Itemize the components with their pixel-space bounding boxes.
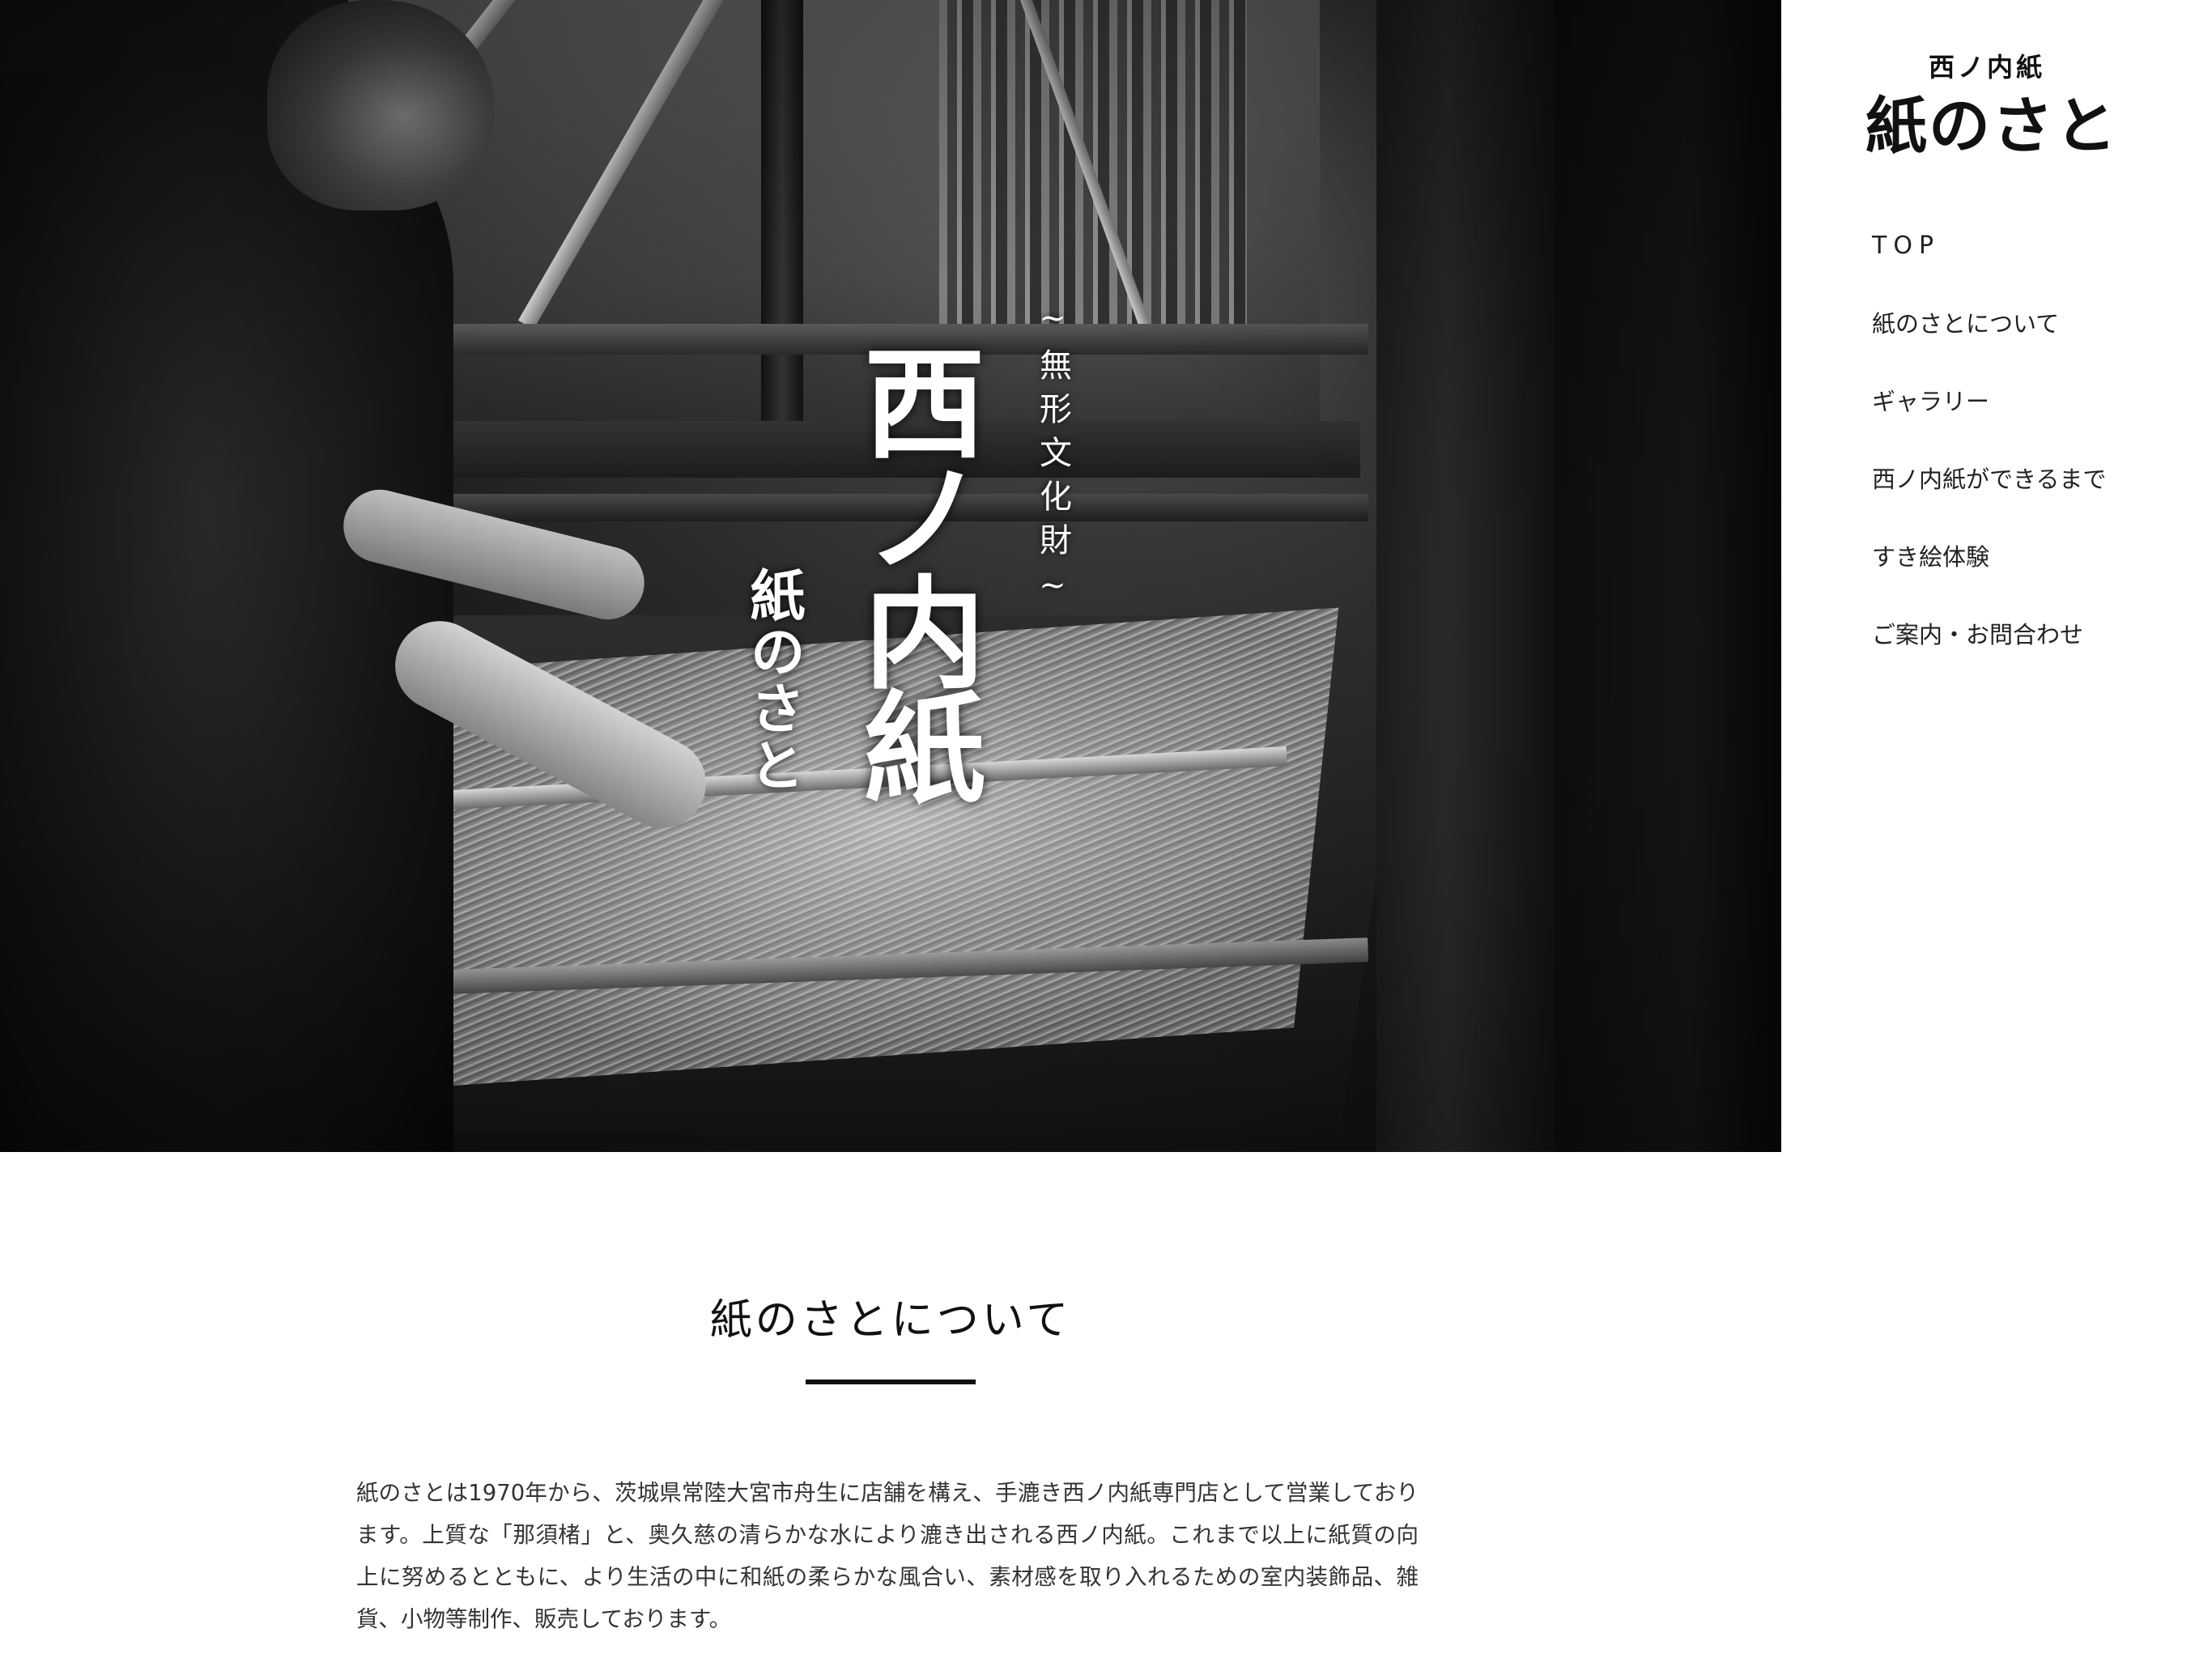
nav-item-contact[interactable]: ご案内・お問合わせ <box>1872 615 2106 693</box>
logo-main-text: 紙のさと <box>1865 90 2118 162</box>
heading-underline <box>806 1380 976 1384</box>
about-heading: 紙のさとについて <box>709 1296 1072 1345</box>
nav-item-experience[interactable]: すき絵体験 <box>1872 538 2106 615</box>
nav-item-about[interactable]: 紙のさとについて <box>1872 304 2106 382</box>
hero-title-block: ~無形文化財~ 西ノ内紙 紙のさと <box>740 300 1166 834</box>
hero-image: ~無形文化財~ 西ノ内紙 紙のさと <box>0 0 1781 1152</box>
nav-item-top[interactable]: TOP <box>1872 227 2106 304</box>
sidebar: 西ノ内紙 紙のさと TOP 紙のさとについて ギャラリー 西ノ内紙ができるまで … <box>1781 0 2212 1658</box>
hero-subtitle: ~無形文化財~ <box>1034 300 1071 615</box>
hero-title: 西ノ内紙 <box>843 340 986 800</box>
main-nav: TOP 紙のさとについて ギャラリー 西ノ内紙ができるまで すき絵体験 ご案内・… <box>1872 227 2106 693</box>
nav-item-process[interactable]: 西ノ内紙ができるまで <box>1872 460 2106 538</box>
about-body: 紙のさとは1970年から、茨城県常陸大宮市舟生に店舗を構え、手漉き西ノ内紙専門店… <box>356 1480 1419 1632</box>
hero-tagline: 紙のさと <box>740 567 805 793</box>
site-logo[interactable]: 西ノ内紙 紙のさと <box>1865 47 2125 162</box>
nav-item-gallery[interactable]: ギャラリー <box>1872 382 2106 460</box>
